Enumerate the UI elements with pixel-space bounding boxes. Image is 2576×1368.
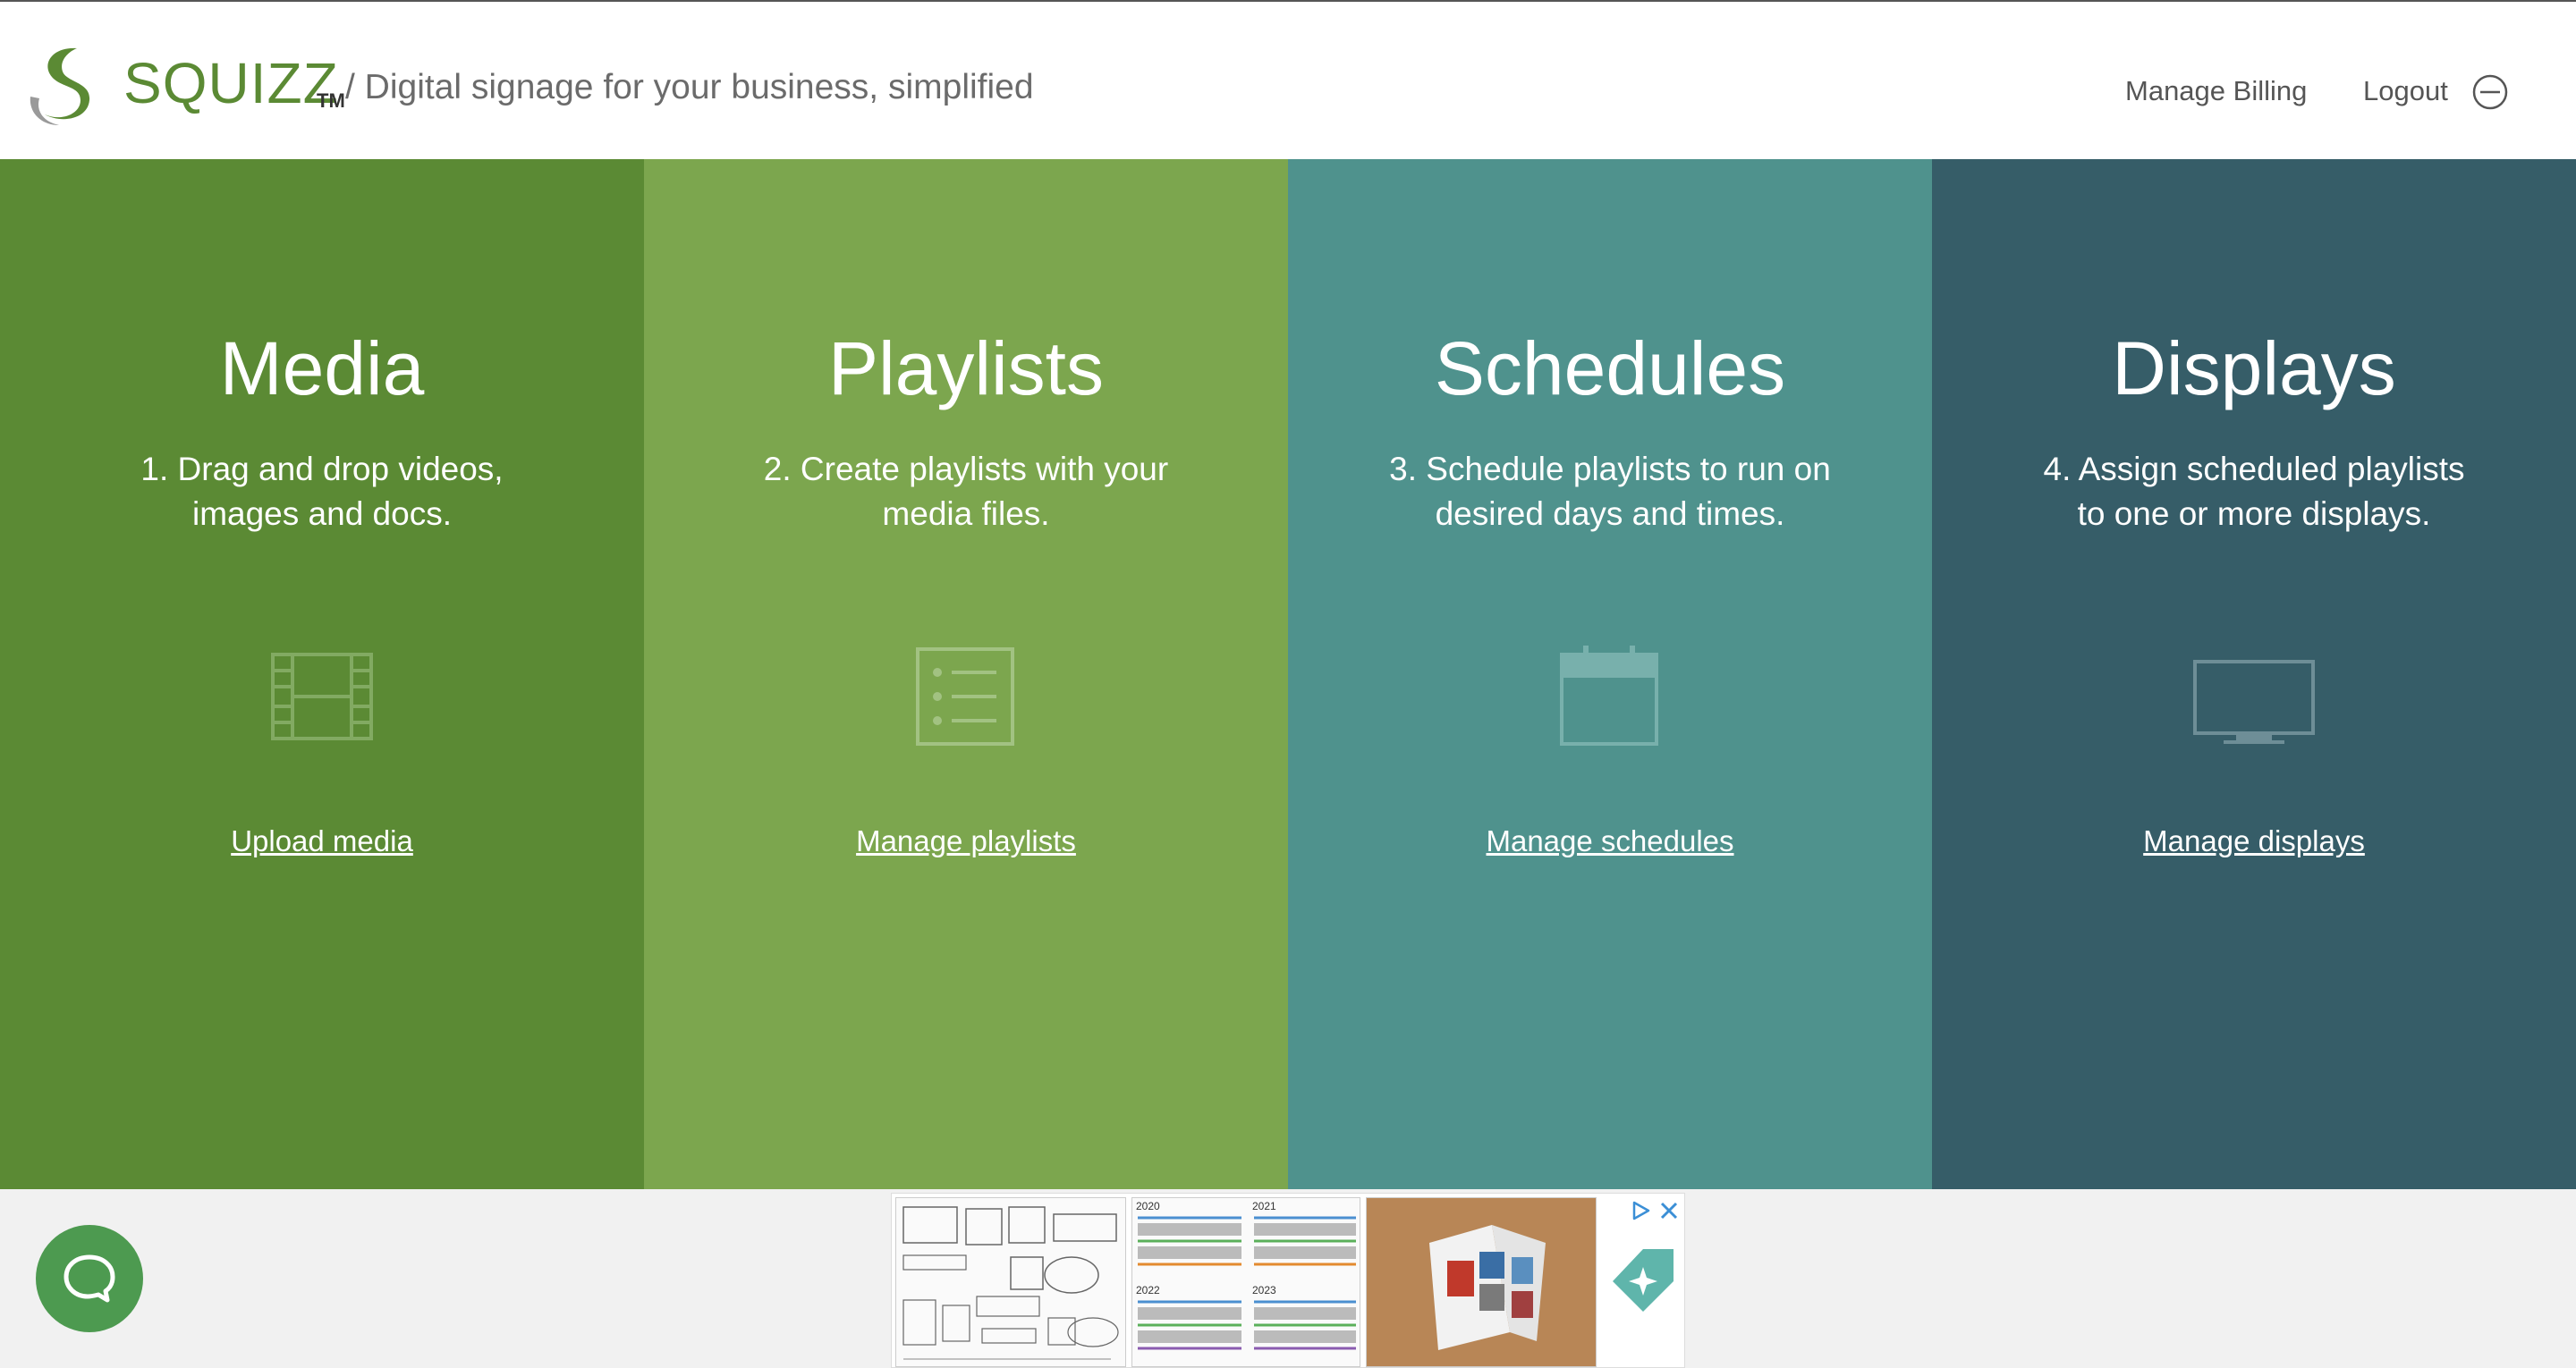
trademark-mark: TM xyxy=(317,89,345,112)
logout-link[interactable]: Logout xyxy=(2363,75,2448,107)
tag-icon[interactable] xyxy=(1607,1246,1679,1317)
manage-billing-link[interactable]: Manage Billing xyxy=(2125,75,2307,107)
doodle-sheet-image xyxy=(902,1206,1119,1360)
squizz-logo-icon[interactable] xyxy=(25,41,100,127)
panel-description: 4. Assign scheduled playlists to one or … xyxy=(2043,451,2465,532)
advertisement-banner[interactable]: 2020 2021 2022 2023 xyxy=(891,1193,1685,1368)
manage-playlists-link[interactable]: Manage playlists xyxy=(644,824,1288,858)
ad-thumbnail-stickers[interactable] xyxy=(895,1197,1126,1367)
panel-title: Schedules xyxy=(1434,326,1786,410)
upload-media-link[interactable]: Upload media xyxy=(0,824,644,858)
ad-info-icon[interactable] xyxy=(1629,1199,1652,1222)
monitor-icon xyxy=(2193,660,2315,744)
manage-displays-link[interactable]: Manage displays xyxy=(1932,824,2576,858)
ad-thumbnail-desk-calendar[interactable] xyxy=(1366,1197,1597,1367)
calendar-grid-image xyxy=(1138,1216,1356,1350)
panel-description: 2. Create playlists with your media file… xyxy=(763,451,1169,532)
panel-displays: Displays 4. Assign scheduled playlists t… xyxy=(1932,159,2576,1189)
panel-media: Media 1. Drag and drop videos, images an… xyxy=(0,159,644,1189)
brand-name[interactable]: SQUIZZ xyxy=(123,50,339,116)
site-header: SQUIZZ TM / Digital signage for your bus… xyxy=(0,2,2576,159)
panel-title: Media xyxy=(219,326,425,410)
calendar-icon xyxy=(1560,646,1658,746)
desk-calendar-photo xyxy=(1367,1198,1596,1366)
chat-bubble-icon xyxy=(64,1254,115,1303)
panel-title: Playlists xyxy=(827,326,1105,410)
ad-close-icon[interactable] xyxy=(1657,1199,1681,1222)
manage-schedules-link[interactable]: Manage schedules xyxy=(1288,824,1932,858)
ad-thumbnail-calendars[interactable]: 2020 2021 2022 2023 xyxy=(1131,1197,1360,1367)
footer-bar: 2020 2021 2022 2023 xyxy=(0,1189,2576,1368)
film-icon xyxy=(271,653,373,740)
logout-icon[interactable] xyxy=(2471,73,2509,111)
chat-button[interactable] xyxy=(36,1225,143,1332)
panel-schedules: Schedules 3. Schedule playlists to run o… xyxy=(1288,159,1932,1189)
panel-playlists: Playlists 2. Create playlists with your … xyxy=(644,159,1288,1189)
panel-title: Displays xyxy=(2112,326,2396,410)
tagline: / Digital signage for your business, sim… xyxy=(345,68,1034,106)
list-icon xyxy=(916,647,1014,746)
workflow-panels: Media 1. Drag and drop videos, images an… xyxy=(0,159,2576,1189)
panel-description: 1. Drag and drop videos, images and docs… xyxy=(140,451,504,532)
panel-description: 3. Schedule playlists to run on desired … xyxy=(1389,451,1831,532)
